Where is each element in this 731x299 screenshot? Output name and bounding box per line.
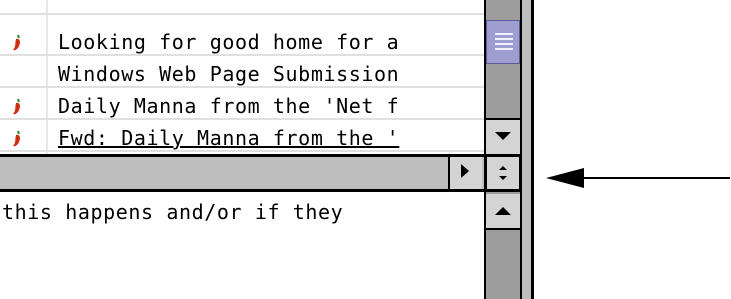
list-item[interactable]: Fwd: Daily Manna from the ' [0, 123, 484, 152]
right-triangle-icon [461, 164, 469, 178]
pane-splitter-button[interactable] [484, 154, 522, 192]
message-subject: Daily Manna from the 'Net f [58, 94, 400, 118]
chili-pepper-icon [13, 130, 20, 147]
list-scroll-down-button[interactable] [486, 118, 520, 154]
list-item[interactable]: Daily Manna from the 'Net f [0, 91, 484, 120]
message-subject: Fwd: Daily Manna from the ' [58, 126, 400, 150]
message-subject: Looking for good home for a [58, 30, 400, 54]
expand-right-button[interactable] [448, 157, 482, 189]
up-triangle-icon [495, 207, 511, 215]
thumb-grip-line [495, 38, 513, 40]
thumb-grip-line [495, 33, 513, 35]
list-item[interactable]: Looking for good home for a [0, 27, 484, 56]
list-scroll-thumb[interactable] [486, 20, 520, 64]
message-subject: Windows Web Page Submission [58, 62, 400, 86]
list-item[interactable] [0, 0, 484, 15]
pane-divider-bar[interactable] [0, 154, 484, 192]
body-scroll-up-button[interactable] [486, 194, 520, 230]
down-triangle-icon [495, 132, 511, 140]
annotation-arrow-icon [546, 168, 730, 188]
thumb-grip-line [495, 43, 513, 45]
chili-pepper-icon [13, 34, 20, 51]
chili-pepper-icon [13, 98, 20, 115]
thumb-grip-line [495, 48, 513, 50]
message-list[interactable]: Looking for good home for a Windows Web … [0, 0, 484, 154]
splitter-arrows-icon [499, 166, 507, 180]
list-item[interactable]: Windows Web Page Submission [0, 59, 484, 88]
message-body-text: this happens and/or if they [2, 200, 344, 224]
window-frame-edge [522, 0, 534, 299]
